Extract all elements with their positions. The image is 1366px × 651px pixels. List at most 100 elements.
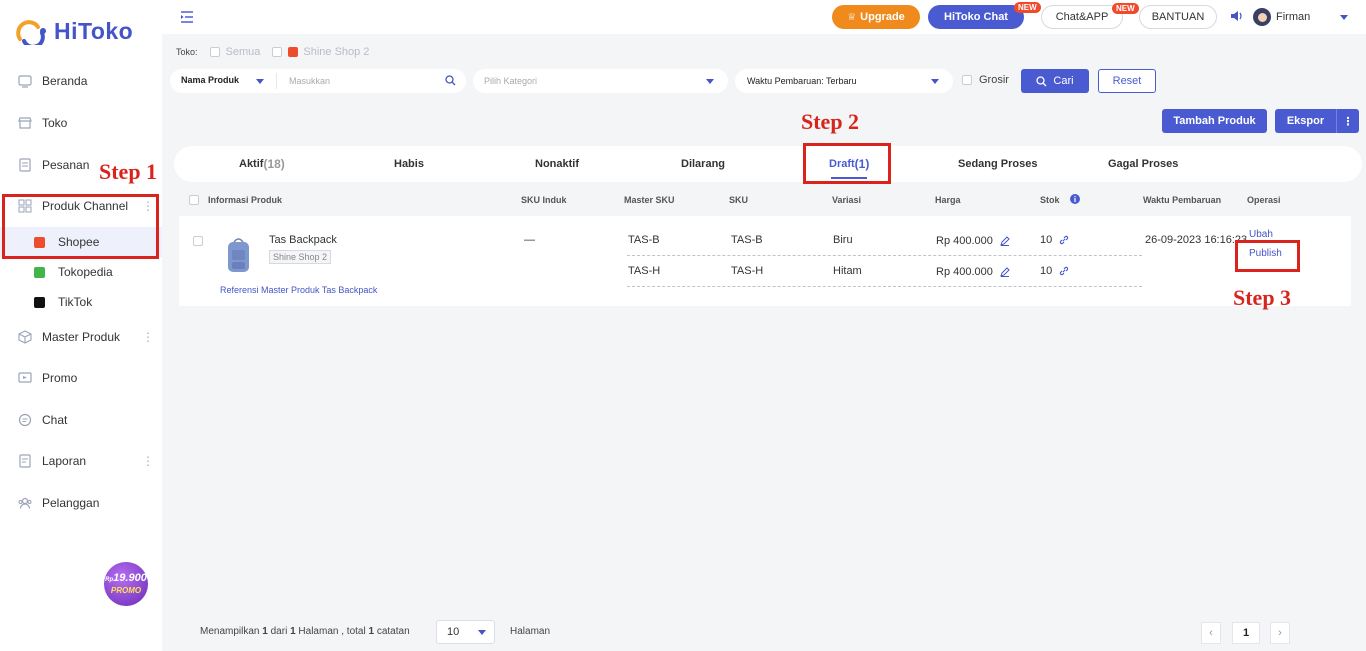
column-header: Operasi — [1247, 195, 1281, 205]
sidebar-subitem-tokopedia[interactable]: Tokopedia — [0, 257, 162, 287]
edit-pencil-icon[interactable] — [1000, 267, 1010, 278]
page-number-button[interactable]: 1 — [1232, 622, 1260, 644]
checkbox-row[interactable] — [193, 236, 203, 246]
row-divider — [627, 286, 1142, 287]
edit-pencil-icon[interactable] — [1000, 236, 1010, 247]
sidebar-item-toko[interactable]: Toko — [0, 103, 162, 143]
tab-label: Nonaktif — [535, 158, 579, 170]
link-icon[interactable] — [1059, 235, 1069, 245]
bantuan-label: BANTUAN — [1151, 11, 1205, 23]
price: Rp 400.000 — [936, 235, 1010, 247]
stock-value: 10 — [1040, 234, 1053, 246]
tab-label: Habis — [394, 158, 424, 170]
chat-app-button[interactable]: Chat&APP NEW — [1041, 3, 1139, 29]
sidebar-item-chat[interactable]: Chat — [0, 400, 162, 440]
chevron-down-icon[interactable] — [256, 79, 264, 84]
sidebar-item-beranda[interactable]: Beranda — [0, 61, 162, 101]
search-icon[interactable] — [445, 75, 456, 88]
sidebar-item-label: Laporan — [42, 454, 87, 468]
user-menu[interactable]: Firman — [1230, 8, 1349, 26]
tab-label: Aktif — [239, 158, 264, 170]
search-input[interactable]: Masukkan — [289, 76, 330, 86]
checkbox-grosir[interactable] — [962, 75, 972, 85]
sidebar-item-pelanggan[interactable]: Pelanggan — [0, 483, 162, 523]
tambah-produk-button[interactable]: Tambah Produk — [1162, 109, 1267, 133]
ekspor-button[interactable]: Ekspor ⋮ — [1275, 109, 1359, 133]
bantuan-button[interactable]: BANTUAN — [1139, 5, 1217, 29]
prev-page-button[interactable]: ‹ — [1201, 622, 1221, 644]
more-vertical-icon[interactable]: ⋮ — [142, 330, 154, 344]
reference-link[interactable]: Referensi Master Produk Tas Backpack — [220, 285, 377, 295]
chevron-right-icon: › — [1278, 627, 1282, 639]
checkbox-all-stores[interactable] — [209, 47, 220, 57]
page-size-select[interactable]: 10 — [436, 620, 495, 644]
variation: Biru — [833, 234, 853, 246]
chevron-down-icon — [931, 79, 939, 84]
step1-label: Step 1 — [99, 159, 158, 184]
price: Rp 400.000 — [936, 266, 1010, 278]
tab-label: Dilarang — [681, 158, 726, 170]
sidebar-item-label: Promo — [42, 371, 78, 385]
menu-collapse-icon[interactable] — [180, 10, 194, 27]
pagination-info: Menampilkan 1 dari 1 Halaman , total 1 c… — [200, 626, 410, 637]
sort-select[interactable]: Waktu Pembaruan: Terbaru — [735, 69, 953, 93]
table-header: Informasi Produk SKU Induk Master SKU SK… — [179, 192, 1359, 210]
sku: TAS-B — [731, 234, 763, 246]
store-all-label: Semua — [225, 46, 261, 58]
divider — [276, 73, 277, 89]
checkbox-store[interactable] — [272, 47, 283, 57]
product-search-group: Nama Produk Masukkan — [170, 69, 466, 93]
column-header: Harga — [935, 195, 961, 205]
column-header: Informasi Produk — [208, 195, 283, 205]
upgrade-label: Upgrade — [860, 11, 905, 23]
more-vertical-icon[interactable]: ⋮ — [1336, 109, 1359, 133]
speaker-icon[interactable] — [1230, 10, 1244, 25]
master-sku: TAS-H — [628, 265, 661, 277]
tab-gagal-proses[interactable]: Gagal Proses — [1108, 146, 1178, 182]
new-badge: NEW — [1112, 3, 1139, 14]
hitoko-chat-label: HiToko Chat — [944, 11, 1008, 23]
stock: 10 — [1040, 265, 1069, 277]
chevron-down-icon — [706, 79, 714, 84]
tab-label: Sedang Proses — [958, 158, 1038, 170]
search-type-select[interactable]: Nama Produk — [181, 75, 239, 85]
promo-badge[interactable]: Rp19.900 PROMO — [104, 562, 148, 606]
home-icon — [18, 74, 32, 88]
avatar — [1253, 8, 1271, 26]
chevron-down-icon[interactable] — [1340, 14, 1349, 20]
user-name: Firman — [1276, 11, 1311, 23]
sidebar-item-laporan[interactable]: Laporan ⋮ — [0, 441, 162, 481]
hitoko-chat-button[interactable]: HiToko Chat NEW — [928, 2, 1041, 29]
info-icon[interactable] — [1070, 194, 1080, 206]
product-name[interactable]: Tas Backpack — [269, 234, 337, 246]
sidebar-item-label: Toko — [42, 116, 68, 130]
sidebar-item-master-produk[interactable]: Master Produk ⋮ — [0, 317, 162, 357]
checkbox-select-all[interactable] — [189, 195, 199, 205]
sidebar-item-promo[interactable]: Promo — [0, 358, 162, 398]
tab-dilarang[interactable]: Dilarang — [681, 146, 725, 182]
cari-button[interactable]: Cari — [1021, 69, 1089, 93]
sidebar-subitem-tiktok[interactable]: TikTok — [0, 287, 162, 317]
next-page-button[interactable]: › — [1270, 622, 1290, 644]
orders-icon — [18, 158, 32, 172]
price-value: Rp 400.000 — [936, 266, 993, 278]
tab-habis[interactable]: Habis — [394, 146, 424, 182]
stock: 10 — [1040, 234, 1069, 246]
more-vertical-icon[interactable]: ⋮ — [142, 454, 154, 468]
tab-sedang-proses[interactable]: Sedang Proses — [958, 146, 1037, 182]
sidebar-item-label: Master Produk — [42, 330, 121, 344]
grosir-checkbox[interactable]: Grosir — [962, 74, 1009, 86]
reset-button[interactable]: Reset — [1098, 69, 1156, 93]
step3-highlight — [1235, 240, 1300, 272]
link-icon[interactable] — [1059, 266, 1069, 276]
ubah-link[interactable]: Ubah — [1249, 229, 1273, 240]
stock-value: 10 — [1040, 265, 1053, 277]
tab-nonaktif[interactable]: Nonaktif — [535, 146, 579, 182]
cube-icon — [18, 330, 32, 344]
product-thumbnail[interactable] — [226, 236, 251, 274]
crown-icon: ♕ — [847, 11, 857, 23]
upgrade-button[interactable]: ♕ Upgrade — [832, 5, 920, 29]
logo[interactable]: HiToko — [14, 18, 133, 45]
category-select[interactable]: Pilih Kategori — [473, 69, 728, 93]
tab-aktif[interactable]: Aktif (18) — [239, 146, 285, 182]
